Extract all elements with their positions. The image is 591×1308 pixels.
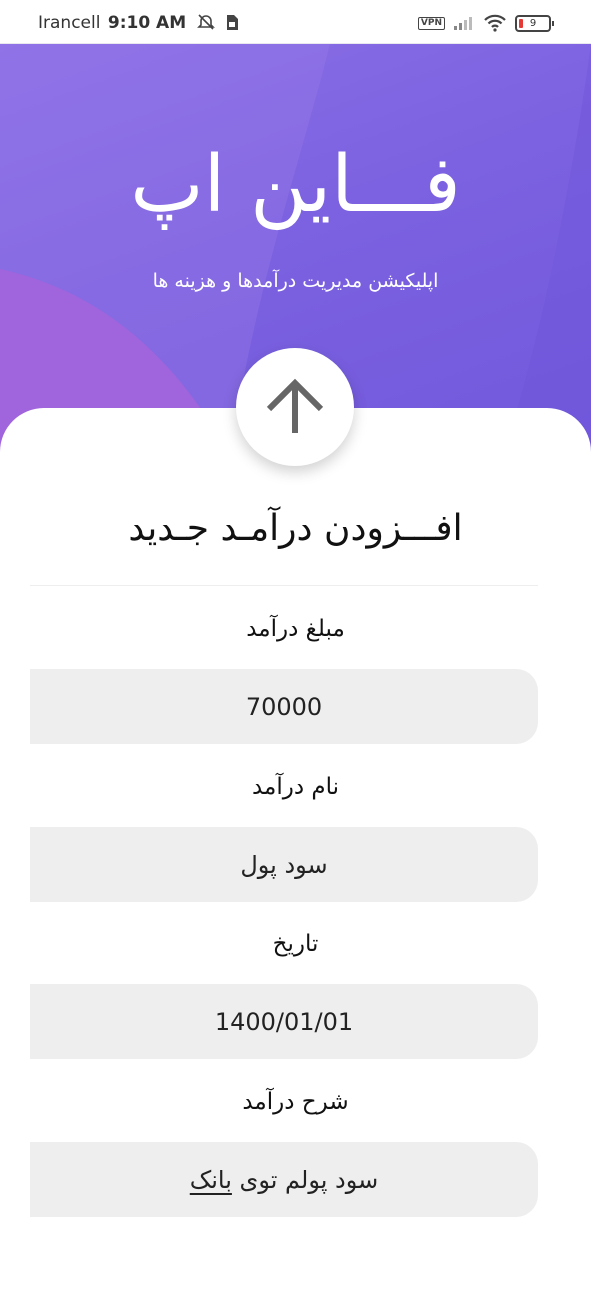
sim-icon <box>226 15 238 30</box>
status-left: Irancell 9:10 AM <box>38 13 239 33</box>
form-title: افـــزودن درآمـد جـدید <box>128 508 463 549</box>
status-time: 9:10 AM <box>107 13 187 33</box>
income-name-label: نام درآمد <box>251 774 340 800</box>
battery-level: 9 <box>529 17 537 29</box>
status-right: VPN 9 <box>417 14 554 32</box>
spellcheck-underlined-word: بانک <box>189 1165 232 1194</box>
income-date-label: تاریخ <box>272 931 319 957</box>
income-date-value: 1400/01/01 <box>214 1007 354 1036</box>
income-date-input[interactable]: 1400/01/01 <box>30 984 538 1059</box>
alarm-off-icon <box>196 14 215 30</box>
vpn-icon: VPN <box>417 16 445 30</box>
arrow-up-button[interactable] <box>236 348 354 466</box>
income-description-input[interactable]: سود پولم توی بانک <box>30 1142 538 1217</box>
income-description-value: سود پولم توی بانک <box>190 1166 378 1194</box>
income-description-text: سود پولم توی <box>231 1165 379 1194</box>
wifi-icon <box>484 14 506 32</box>
income-amount-input[interactable]: 70000 <box>30 669 538 744</box>
status-bar: Irancell 9:10 AM VPN 9 <box>0 0 591 44</box>
signal-icon <box>454 17 472 30</box>
app-subtitle: اپلیکیشن مدیریت درآمدها و هزینه ها <box>152 270 439 292</box>
income-amount-value: 70000 <box>245 692 323 721</box>
income-amount-label: مبلغ درآمد <box>246 616 345 642</box>
income-description-label: شرح درآمد <box>242 1089 349 1115</box>
battery-icon: 9 <box>515 14 554 32</box>
app-title: فـــاین اپ <box>130 140 461 230</box>
income-name-input[interactable]: سود پول <box>30 827 538 902</box>
carrier-name: Irancell <box>38 13 101 33</box>
form-divider <box>30 585 538 586</box>
income-name-value: سود پول <box>240 850 328 879</box>
arrow-up-icon <box>266 378 324 433</box>
